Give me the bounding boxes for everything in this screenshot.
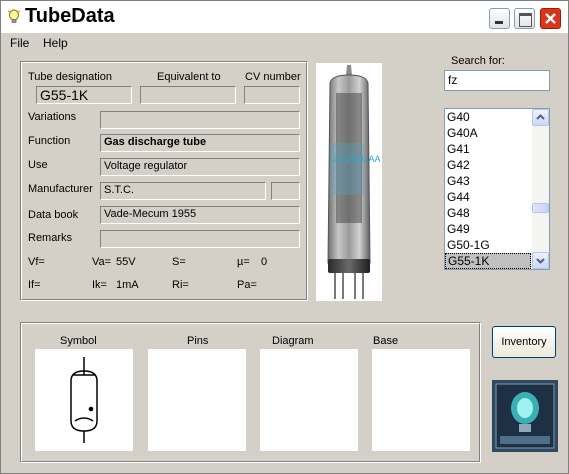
menu-file-label: File <box>10 36 30 50</box>
use-field[interactable]: Voltage regulator <box>100 158 300 176</box>
manufacturer-code-field[interactable] <box>271 182 300 200</box>
pins-header: Pins <box>187 335 209 347</box>
scroll-thumb[interactable] <box>532 203 549 213</box>
function-label: Function <box>28 135 71 147</box>
close-icon <box>545 13 556 24</box>
base-panel <box>372 349 470 451</box>
base-header: Base <box>373 335 399 347</box>
equivalent-header: Equivalent to <box>157 71 221 83</box>
remarks-label: Remarks <box>28 232 73 244</box>
list-item[interactable]: G43 <box>445 173 531 189</box>
window-title: TubeData <box>25 5 115 27</box>
close-button[interactable] <box>540 8 561 29</box>
list-item[interactable]: G40 <box>445 109 531 125</box>
va-value: 55V <box>116 256 136 268</box>
diagram-header: Diagram <box>272 335 314 347</box>
cv-field[interactable] <box>244 86 300 104</box>
variations-label: Variations <box>28 111 77 123</box>
menu-help[interactable]: Help <box>43 36 68 50</box>
list-item[interactable]: G41 <box>445 141 531 157</box>
tube-printing: ZZ 1000 AA 7212 <box>333 154 382 164</box>
menu-file[interactable]: File <box>10 36 29 50</box>
remarks-field[interactable] <box>100 230 300 248</box>
app-logo <box>492 380 558 452</box>
mu-label: µ= <box>237 256 250 268</box>
ik-value: 1mA <box>116 279 139 291</box>
databook-label: Data book <box>28 209 79 221</box>
maximize-button[interactable] <box>514 8 535 29</box>
inventory-button[interactable]: Inventory <box>492 326 556 358</box>
lightbulb-icon <box>7 9 21 23</box>
cv-header: CV number <box>245 71 301 83</box>
tube-symbol-icon <box>70 357 98 443</box>
designation-header: Tube designation <box>28 71 112 83</box>
list-item[interactable]: G55-1K <box>445 253 531 269</box>
menu-help-label: Help <box>43 36 68 50</box>
search-input[interactable]: fz <box>444 70 550 91</box>
menu-bar: File Help <box>1 33 568 53</box>
ik-label: Ik= <box>92 279 107 291</box>
list-scrollbar[interactable] <box>532 109 549 269</box>
list-item[interactable]: G44 <box>445 189 531 205</box>
function-field[interactable]: Gas discharge tube <box>100 134 300 152</box>
tube-image: ZZ 1000 AA 7212 <box>327 65 403 299</box>
list-item[interactable]: G40A <box>445 125 531 141</box>
search-label: Search for: <box>451 55 505 67</box>
tube-listbox[interactable]: G40 G40A G41 G42 G43 G44 G48 G49 G50-1G G55-1K <box>444 108 550 270</box>
if-label: If= <box>28 279 41 291</box>
list-item[interactable]: G48 <box>445 205 531 221</box>
title-bar: TubeData <box>1 1 568 33</box>
manufacturer-field[interactable]: S.T.C. <box>100 182 266 200</box>
symbol-header: Symbol <box>60 335 97 347</box>
designation-field[interactable]: G55-1K <box>36 86 132 104</box>
minimize-button[interactable] <box>489 8 510 29</box>
chevron-down-icon <box>536 258 545 264</box>
list-item[interactable]: G50-1G <box>445 237 531 253</box>
va-label: Va= <box>92 256 112 268</box>
diagram-panel <box>260 349 358 451</box>
scroll-down-button[interactable] <box>532 252 549 269</box>
pins-panel <box>148 349 246 451</box>
tube-photo: ZZ 1000 AA 7212 <box>316 63 403 301</box>
mu-value: 0 <box>261 256 268 268</box>
pa-label: Pa= <box>237 279 257 291</box>
chevron-up-icon <box>536 114 545 120</box>
main-window: TubeData File Help Tube designation Equi… <box>0 0 569 474</box>
list-item[interactable]: G42 <box>445 157 531 173</box>
variations-field[interactable] <box>100 111 300 129</box>
equivalent-field[interactable] <box>140 86 236 104</box>
s-label: S= <box>172 256 186 268</box>
manufacturer-label: Manufacturer <box>28 183 93 195</box>
list-item[interactable]: G49 <box>445 221 531 237</box>
use-label: Use <box>28 159 48 171</box>
scroll-up-button[interactable] <box>532 109 549 126</box>
ri-label: Ri= <box>172 279 189 291</box>
tube-logo-icon <box>492 380 558 452</box>
vf-label: Vf= <box>28 256 45 268</box>
symbol-panel <box>35 349 133 451</box>
databook-field[interactable]: Vade-Mecum 1955 <box>100 206 300 224</box>
